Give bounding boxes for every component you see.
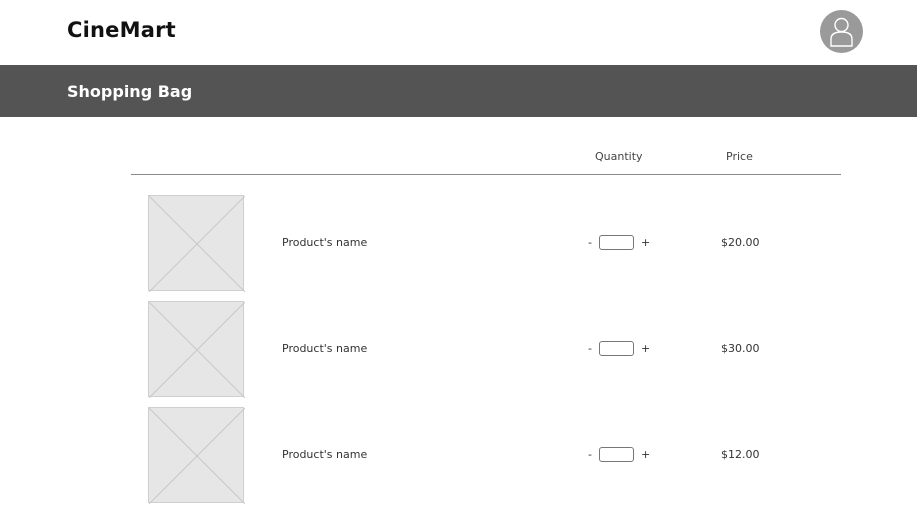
- increment-button[interactable]: +: [641, 448, 650, 461]
- increment-button[interactable]: +: [641, 342, 650, 355]
- item-price: $20.00: [721, 236, 760, 249]
- item-price: $30.00: [721, 342, 760, 355]
- quantity-input[interactable]: [599, 447, 634, 462]
- page-title: Shopping Bag: [67, 82, 193, 101]
- quantity-input[interactable]: [599, 235, 634, 250]
- page-title-bar: Shopping Bag: [0, 65, 917, 117]
- cart-row: Product's name - + $30.00: [0, 301, 917, 407]
- cart-row: Product's name - + $20.00: [0, 195, 917, 301]
- product-name[interactable]: Product's name: [282, 236, 367, 249]
- increment-button[interactable]: +: [641, 236, 650, 249]
- image-placeholder-icon: [148, 407, 245, 504]
- quantity-input[interactable]: [599, 341, 634, 356]
- top-bar: CineMart: [0, 0, 917, 65]
- cart-row: Product's name - + $12.00: [0, 407, 917, 513]
- quantity-column-header: Quantity: [595, 150, 643, 163]
- brand-logo[interactable]: CineMart: [67, 18, 176, 42]
- image-placeholder-icon: [148, 195, 245, 292]
- product-name[interactable]: Product's name: [282, 342, 367, 355]
- price-column-header: Price: [726, 150, 753, 163]
- user-avatar-icon[interactable]: [820, 10, 863, 53]
- decrement-button[interactable]: -: [588, 342, 592, 355]
- decrement-button[interactable]: -: [588, 236, 592, 249]
- decrement-button[interactable]: -: [588, 448, 592, 461]
- image-placeholder-icon: [148, 301, 245, 398]
- header-divider: [131, 174, 841, 175]
- item-price: $12.00: [721, 448, 760, 461]
- product-name[interactable]: Product's name: [282, 448, 367, 461]
